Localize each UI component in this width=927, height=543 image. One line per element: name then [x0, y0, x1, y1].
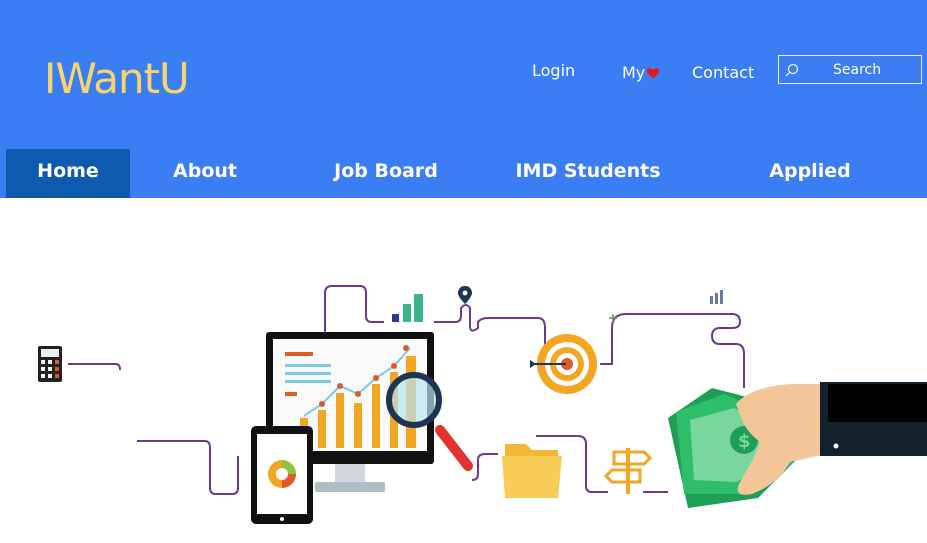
login-link[interactable]: Login [532, 61, 575, 81]
plus-icon [609, 314, 617, 322]
bar-chart-icon [392, 294, 423, 322]
search-placeholder: Search [833, 62, 882, 78]
nav-about[interactable]: About [150, 149, 260, 198]
folder-icon [502, 444, 562, 498]
my-favorites-link[interactable]: My [622, 63, 660, 83]
hand-with-money: $ [668, 382, 927, 508]
my-label: My [622, 63, 646, 82]
site-logo[interactable]: IWantU [44, 58, 190, 100]
nav-applied-projects[interactable]: Applied Projects [725, 149, 895, 226]
signpost-icon [603, 448, 653, 494]
header: IWantU Login My Contact Search Home Abou… [0, 0, 927, 226]
nav-home[interactable]: Home [6, 149, 130, 198]
nav-job-board[interactable]: Job Board [320, 149, 452, 198]
hero-illustration: $ [38, 285, 927, 524]
tablet-pie-chart [251, 426, 313, 524]
heart-icon [646, 68, 660, 79]
small-bar-chart-icon [710, 290, 723, 304]
calculator-icon [38, 346, 62, 382]
svg-text:$: $ [738, 431, 751, 452]
target-icon [530, 334, 597, 394]
search-input[interactable]: Search [778, 55, 922, 84]
contact-link[interactable]: Contact [692, 63, 754, 83]
location-pin-icon [458, 286, 472, 304]
search-icon [785, 63, 799, 77]
nav-imd-students[interactable]: IMD Students [510, 149, 666, 198]
